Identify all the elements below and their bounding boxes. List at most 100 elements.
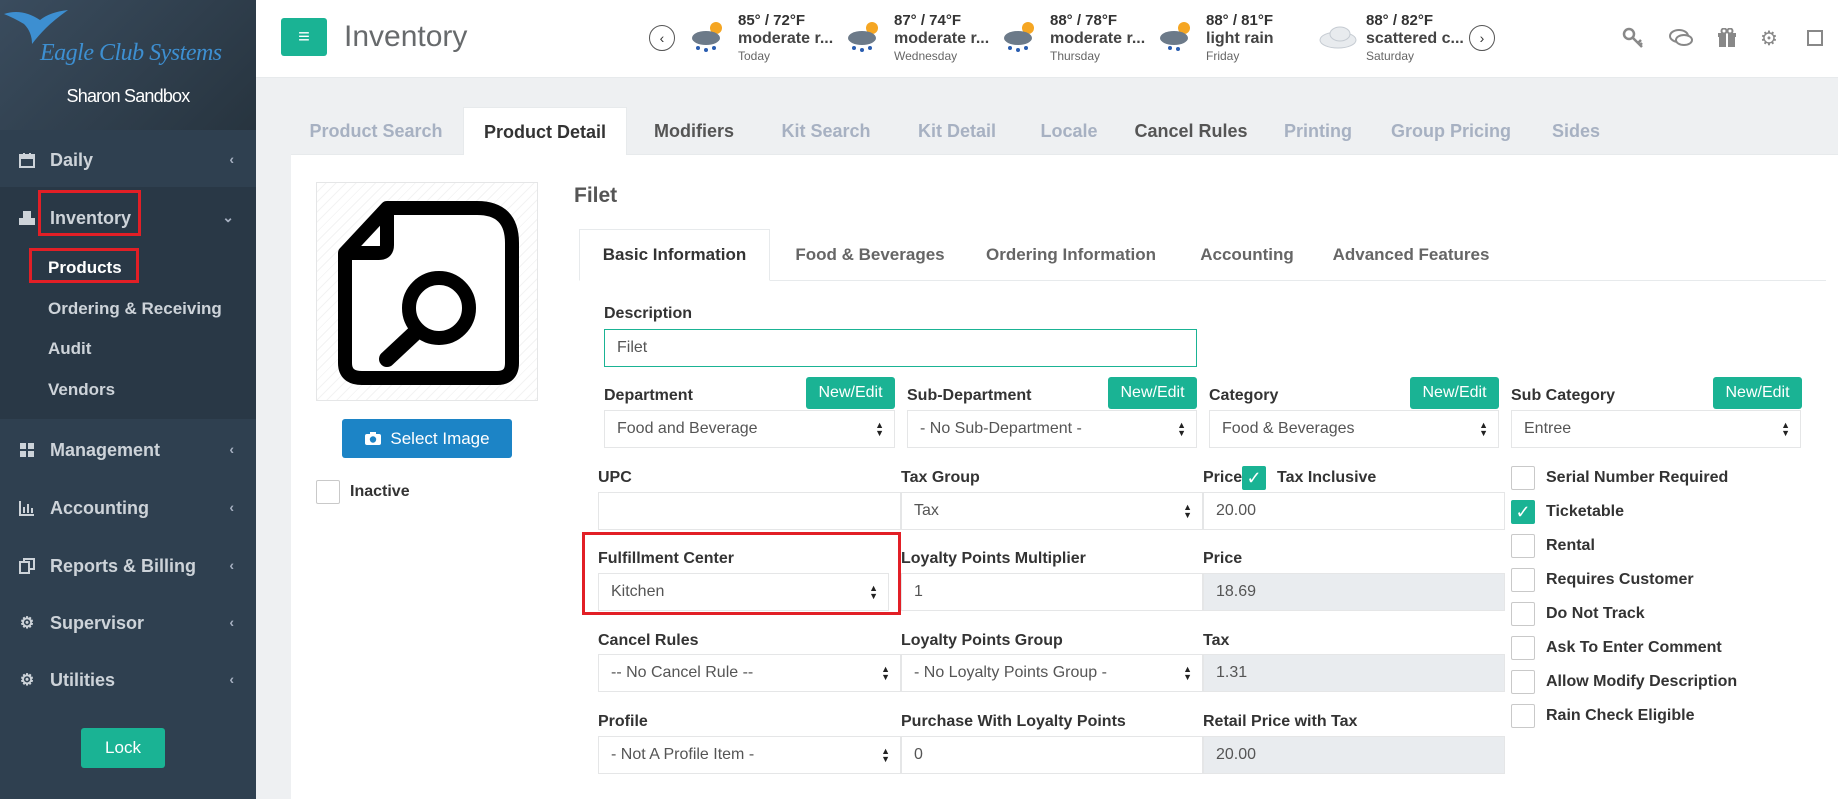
tab-modifiers[interactable]: Modifiers bbox=[634, 107, 754, 155]
tab-product-detail[interactable]: Product Detail bbox=[463, 107, 627, 157]
product-name-heading: Filet bbox=[574, 184, 618, 207]
sidebar-subitem-audit[interactable]: Audit bbox=[48, 339, 91, 359]
chevron-left-icon: ‹ bbox=[229, 499, 234, 515]
cancel-rules-value: -- No Cancel Rule -- bbox=[611, 664, 754, 681]
tab-kit-detail[interactable]: Kit Detail bbox=[898, 107, 1016, 155]
detail-subtabs: Basic Information Food & Beverages Order… bbox=[579, 229, 1826, 281]
sidebar-subitem-vendors[interactable]: Vendors bbox=[48, 380, 115, 400]
sidebar: Eagle Club Systems Sharon Sandbox Daily … bbox=[0, 0, 256, 799]
description-input[interactable]: Filet bbox=[604, 329, 1197, 367]
sidebar-item-accounting[interactable]: Accounting ‹ bbox=[0, 485, 256, 531]
gift-icon[interactable] bbox=[1714, 26, 1740, 50]
requires-customer-label: Requires Customer bbox=[1546, 571, 1694, 588]
sidebar-item-label: Utilities bbox=[50, 669, 116, 690]
rain-sun-icon bbox=[1004, 22, 1034, 52]
inactive-checkbox[interactable] bbox=[316, 480, 340, 504]
select-image-button[interactable]: Select Image bbox=[342, 419, 512, 458]
brand-area: Eagle Club Systems Sharon Sandbox bbox=[0, 0, 256, 130]
weather-condition: moderate r... bbox=[1050, 30, 1146, 47]
price-input[interactable]: 20.00 bbox=[1203, 492, 1505, 530]
profile-select[interactable]: - Not A Profile Item - ▲ ▼ bbox=[598, 736, 901, 774]
tax-inclusive-checkbox[interactable]: ✓ bbox=[1242, 466, 1266, 490]
subtab-ordering-information[interactable]: Ordering Information bbox=[971, 229, 1171, 281]
subdepartment-select[interactable]: - No Sub-Department - ▲ ▼ bbox=[907, 410, 1197, 448]
category-select[interactable]: Food & Beverages ▲ ▼ bbox=[1209, 410, 1499, 448]
category-new-edit-button[interactable]: New/Edit bbox=[1410, 377, 1499, 409]
sidebar-subitem-ordering[interactable]: Ordering & Receiving bbox=[48, 299, 222, 319]
sidebar-item-label: Supervisor bbox=[50, 612, 145, 633]
subcategory-select[interactable]: Entree ▲ ▼ bbox=[1511, 410, 1801, 448]
loyalty-multiplier-input[interactable]: 1 bbox=[901, 573, 1203, 611]
allow-modify-label: Allow Modify Description bbox=[1546, 673, 1738, 690]
tab-group-pricing[interactable]: Group Pricing bbox=[1376, 107, 1526, 155]
taxgroup-select[interactable]: Tax ▲ ▼ bbox=[901, 492, 1203, 530]
tab-sides[interactable]: Sides bbox=[1531, 107, 1621, 155]
weather-day-label: Thursday bbox=[1050, 49, 1101, 63]
tab-locale[interactable]: Locale bbox=[1021, 107, 1117, 155]
ticketable-checkbox[interactable]: ✓ bbox=[1511, 500, 1535, 524]
ask-comment-checkbox[interactable] bbox=[1511, 636, 1535, 660]
check-icon: ✓ bbox=[1515, 501, 1531, 522]
weather-next-button[interactable]: › bbox=[1469, 25, 1495, 51]
serial-number-checkbox[interactable] bbox=[1511, 466, 1535, 490]
tax-readonly-field: 1.31 bbox=[1203, 654, 1505, 692]
loyalty-multiplier-label: Loyalty Points Multiplier bbox=[901, 550, 1086, 567]
tab-product-search[interactable]: Product Search bbox=[291, 107, 461, 155]
weather-day-label: Saturday bbox=[1366, 49, 1415, 63]
rain-sun-icon bbox=[848, 22, 878, 52]
select-arrows-icon: ▲ ▼ bbox=[1781, 420, 1790, 438]
key-icon[interactable] bbox=[1620, 26, 1646, 50]
price-readonly-label: Price bbox=[1203, 550, 1243, 567]
select-arrows-icon: ▲ ▼ bbox=[881, 746, 890, 764]
lock-button[interactable]: Lock bbox=[81, 728, 165, 768]
subcategory-new-edit-button[interactable]: New/Edit bbox=[1713, 377, 1802, 409]
sidebar-item-utilities[interactable]: ⚙ Utilities ‹ bbox=[0, 657, 256, 703]
sidebar-item-management[interactable]: Management ‹ bbox=[0, 427, 256, 473]
department-select[interactable]: Food and Beverage ▲ ▼ bbox=[604, 410, 895, 448]
subtab-accounting[interactable]: Accounting bbox=[1177, 229, 1317, 281]
select-arrows-icon: ▲ ▼ bbox=[881, 664, 890, 682]
subtab-advanced-features[interactable]: Advanced Features bbox=[1323, 229, 1499, 281]
rain-check-checkbox[interactable] bbox=[1511, 704, 1535, 728]
weather-temp: 87° / 74°F bbox=[894, 12, 962, 29]
logout-icon[interactable] bbox=[1804, 26, 1824, 50]
weather-condition: moderate r... bbox=[738, 30, 834, 47]
sidebar-item-supervisor[interactable]: ⚙ Supervisor ‹ bbox=[0, 600, 256, 646]
subtab-food-beverages[interactable]: Food & Beverages bbox=[775, 229, 965, 281]
fulfillment-value: Kitchen bbox=[611, 583, 665, 600]
weather-prev-button[interactable]: ‹ bbox=[649, 25, 675, 51]
subcategory-value: Entree bbox=[1524, 420, 1572, 437]
sidebar-item-daily[interactable]: Daily ‹ bbox=[0, 137, 256, 183]
loyalty-group-select[interactable]: - No Loyalty Points Group - ▲ ▼ bbox=[901, 654, 1203, 692]
weather-day-label: Friday bbox=[1206, 49, 1240, 63]
sidebar-item-reports-billing[interactable]: Reports & Billing ‹ bbox=[0, 543, 256, 589]
cancel-rules-select[interactable]: -- No Cancel Rule -- ▲ ▼ bbox=[598, 654, 901, 692]
purchase-loyalty-input[interactable]: 0 bbox=[901, 736, 1203, 774]
select-arrows-icon: ▲ ▼ bbox=[1183, 502, 1192, 520]
settings-gear-icon[interactable]: ⚙ bbox=[1756, 26, 1782, 50]
subtab-basic-information[interactable]: Basic Information bbox=[579, 229, 770, 281]
do-not-track-checkbox[interactable] bbox=[1511, 602, 1535, 626]
tab-cancel-rules[interactable]: Cancel Rules bbox=[1121, 107, 1261, 155]
rental-checkbox[interactable] bbox=[1511, 534, 1535, 558]
weather-day: 88° / 78°F moderate r... Thursday bbox=[1000, 12, 1150, 64]
category-value: Food & Beverages bbox=[1222, 420, 1355, 437]
profile-value: - Not A Profile Item - bbox=[611, 746, 755, 763]
menu-toggle-button[interactable]: ≡ bbox=[281, 18, 327, 56]
loyalty-group-label: Loyalty Points Group bbox=[901, 632, 1063, 649]
fulfillment-select[interactable]: Kitchen ▲ ▼ bbox=[598, 573, 889, 611]
calendar-icon bbox=[18, 151, 36, 169]
allow-modify-checkbox[interactable] bbox=[1511, 670, 1535, 694]
upc-label: UPC bbox=[598, 469, 632, 486]
serial-number-label: Serial Number Required bbox=[1546, 469, 1729, 486]
requires-customer-checkbox[interactable] bbox=[1511, 568, 1535, 592]
upc-input[interactable] bbox=[598, 492, 901, 530]
department-new-edit-button[interactable]: New/Edit bbox=[806, 377, 895, 409]
tab-printing[interactable]: Printing bbox=[1266, 107, 1370, 155]
chat-icon[interactable] bbox=[1668, 26, 1694, 50]
do-not-track-label: Do Not Track bbox=[1546, 605, 1645, 622]
subdepartment-new-edit-button[interactable]: New/Edit bbox=[1108, 377, 1197, 409]
highlight-box bbox=[38, 190, 141, 236]
tab-kit-search[interactable]: Kit Search bbox=[761, 107, 891, 155]
select-image-label: Select Image bbox=[390, 428, 490, 448]
